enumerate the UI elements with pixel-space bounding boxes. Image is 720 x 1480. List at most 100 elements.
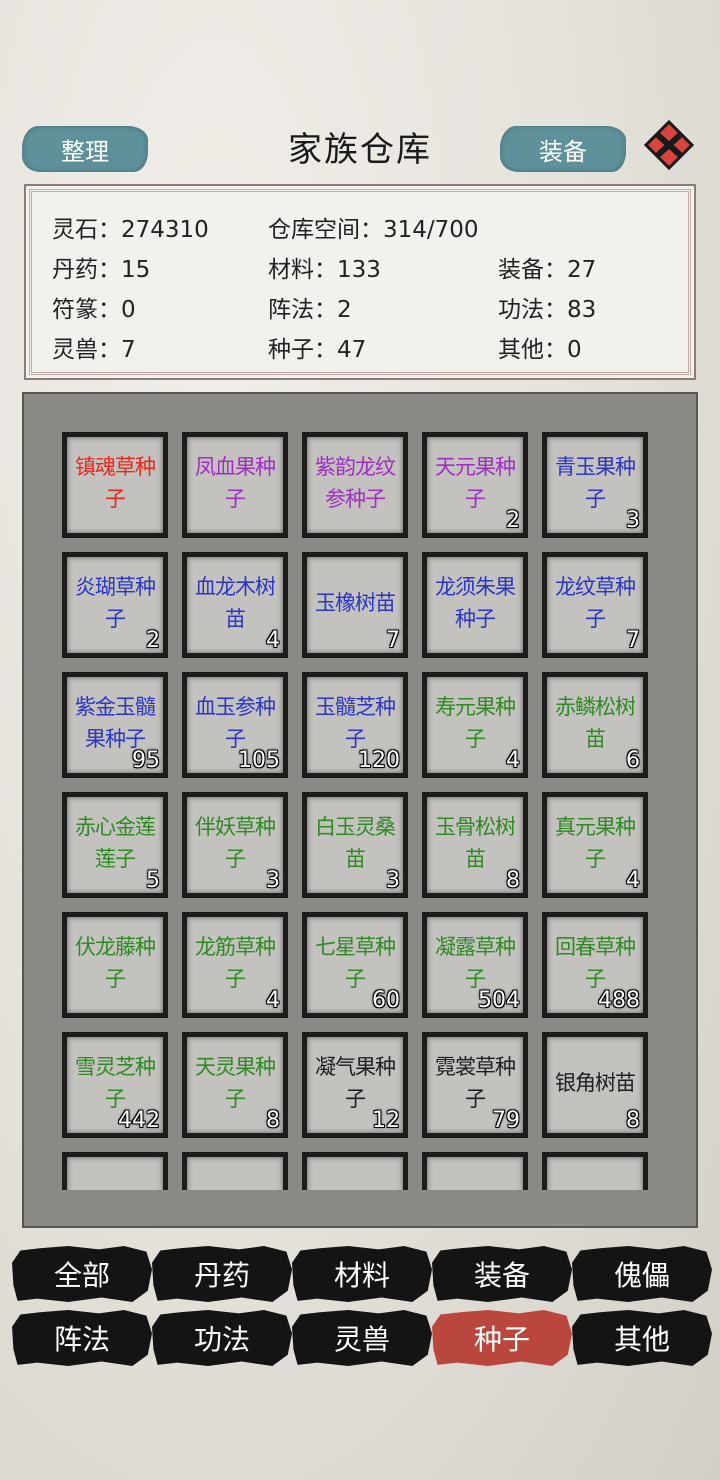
- item-name: 霓裳草种子: [435, 1055, 516, 1111]
- item-slot[interactable]: 天灵果种子 8: [182, 1032, 288, 1138]
- item-slot[interactable]: 霓裳草种子 79: [422, 1032, 528, 1138]
- item-slot[interactable]: 凝露草种子 504: [422, 912, 528, 1018]
- item-quantity: 442: [118, 1108, 160, 1133]
- item-quantity: 4: [506, 748, 520, 773]
- stat-cailiao: 材料：133: [268, 257, 381, 283]
- item-quantity: 488: [598, 988, 640, 1013]
- category-tab[interactable]: 种子: [432, 1310, 572, 1366]
- item-name: 凝气果种子: [315, 1055, 396, 1111]
- item-name: 龙须朱果种子: [435, 575, 516, 631]
- item-quantity: 2: [506, 508, 520, 533]
- item-slot[interactable]: [62, 1152, 168, 1190]
- item-slot[interactable]: 炎瑚草种子 2: [62, 552, 168, 658]
- item-name: 回春草种子: [555, 935, 636, 991]
- item-name: 血龙木树苗: [195, 575, 276, 631]
- item-slot[interactable]: 紫金玉髓果种子 95: [62, 672, 168, 778]
- warehouse-stats-panel: 灵石：274310 仓库空间：314/700 丹药：15 材料：133 装备：2…: [24, 184, 696, 380]
- item-quantity: 8: [266, 1108, 280, 1133]
- category-tab[interactable]: 丹药: [152, 1246, 292, 1302]
- item-slot[interactable]: 血玉参种子 105: [182, 672, 288, 778]
- item-slot[interactable]: 雪灵芝种子 442: [62, 1032, 168, 1138]
- item-slot[interactable]: 凝气果种子 12: [302, 1032, 408, 1138]
- item-quantity: 60: [372, 988, 400, 1013]
- item-name: 寿元果种子: [435, 695, 516, 751]
- item-slot[interactable]: 龙纹草种子 7: [542, 552, 648, 658]
- stat-gongfa: 功法：83: [498, 297, 597, 323]
- category-tab[interactable]: 全部: [12, 1246, 152, 1302]
- item-name: 铁藜木树: [307, 1187, 403, 1190]
- item-slot[interactable]: 伴妖草种子 3: [182, 792, 288, 898]
- item-name: 银角树苗: [555, 1071, 636, 1095]
- item-slot[interactable]: 血龙木树苗 4: [182, 552, 288, 658]
- item-slot[interactable]: 白玉灵桑苗 3: [302, 792, 408, 898]
- item-name: 炎瑚草种子: [75, 575, 156, 631]
- item-name: 赤心金莲莲子: [75, 815, 156, 871]
- item-name: 青玉果种子: [555, 455, 636, 511]
- close-x-icon[interactable]: [643, 119, 695, 171]
- item-name: 凤血果种子: [195, 455, 276, 511]
- equip-button[interactable]: 装备: [500, 126, 626, 172]
- item-slot[interactable]: 镇魂草种子: [62, 432, 168, 538]
- category-tab[interactable]: 材料: [292, 1246, 432, 1302]
- item-quantity: 6: [626, 748, 640, 773]
- item-slot[interactable]: 凤血果种子: [182, 432, 288, 538]
- item-quantity: 3: [626, 508, 640, 533]
- item-name: 伏龙藤种子: [75, 935, 156, 991]
- item-slot[interactable]: 玉骨松树苗 8: [422, 792, 528, 898]
- item-slot[interactable]: 赤鳞松树苗 6: [542, 672, 648, 778]
- item-name: 生源草种: [187, 1187, 283, 1190]
- item-quantity: 105: [238, 748, 280, 773]
- item-slot[interactable]: 回春草种子 488: [542, 912, 648, 1018]
- item-slot[interactable]: 寿元果种子 4: [422, 672, 528, 778]
- item-quantity: 79: [492, 1108, 520, 1133]
- item-quantity: 5: [146, 868, 160, 893]
- item-name: 黄灵芝种: [427, 1187, 523, 1190]
- category-tab[interactable]: 傀儡: [572, 1246, 712, 1302]
- item-quantity: 120: [358, 748, 400, 773]
- item-slot[interactable]: 黄灵芝种: [422, 1152, 528, 1190]
- item-name: 龙筋草种子: [195, 935, 276, 991]
- stat-fuzhuan: 符篆：0: [52, 297, 136, 323]
- item-slot[interactable]: 紫韵龙纹参种子: [302, 432, 408, 538]
- item-quantity: 8: [626, 1108, 640, 1133]
- category-tab[interactable]: 装备: [432, 1246, 572, 1302]
- item-grid[interactable]: 镇魂草种子 凤血果种子 紫韵龙纹参种子 天元果种子 2 青玉果种子 3 炎瑚草种子 2 血龙木树苗…: [24, 432, 696, 1190]
- item-name: 七星草种子: [315, 935, 396, 991]
- item-name: 聚灵草种: [547, 1187, 643, 1190]
- item-name: 龙纹草种子: [555, 575, 636, 631]
- item-quantity: 12: [372, 1108, 400, 1133]
- item-slot[interactable]: 铁藜木树: [302, 1152, 408, 1190]
- item-quantity: 8: [506, 868, 520, 893]
- category-tab[interactable]: 阵法: [12, 1310, 152, 1366]
- item-quantity: 3: [386, 868, 400, 893]
- item-name: 天灵果种子: [195, 1055, 276, 1111]
- stat-space: 仓库空间：314/700: [268, 217, 479, 243]
- item-slot[interactable]: 生源草种: [182, 1152, 288, 1190]
- stat-lingshi: 灵石：274310: [52, 217, 209, 243]
- item-slot[interactable]: 伏龙藤种子: [62, 912, 168, 1018]
- item-slot[interactable]: 赤心金莲莲子 5: [62, 792, 168, 898]
- item-quantity: 3: [266, 868, 280, 893]
- item-slot[interactable]: 龙筋草种子 4: [182, 912, 288, 1018]
- stat-lingshou: 灵兽：7: [52, 337, 136, 363]
- item-slot[interactable]: 聚灵草种: [542, 1152, 648, 1190]
- item-name: 血玉参种子: [195, 695, 276, 751]
- item-name: 伴妖草种子: [195, 815, 276, 871]
- item-slot[interactable]: 银角树苗 8: [542, 1032, 648, 1138]
- item-slot[interactable]: 青玉果种子 3: [542, 432, 648, 538]
- item-slot[interactable]: 玉橡树苗 7: [302, 552, 408, 658]
- item-name: 玉骨松树苗: [435, 815, 516, 871]
- item-slot[interactable]: 龙须朱果种子: [422, 552, 528, 658]
- item-quantity: 7: [386, 628, 400, 653]
- category-tab[interactable]: 其他: [572, 1310, 712, 1366]
- category-tab[interactable]: 功法: [152, 1310, 292, 1366]
- category-tab[interactable]: 灵兽: [292, 1310, 432, 1366]
- item-quantity: 4: [266, 628, 280, 653]
- stat-zhuangbei: 装备：27: [498, 257, 597, 283]
- item-name: 赤鳞松树苗: [555, 695, 636, 751]
- item-slot[interactable]: 真元果种子 4: [542, 792, 648, 898]
- item-slot[interactable]: 玉髓芝种子 120: [302, 672, 408, 778]
- item-slot[interactable]: 天元果种子 2: [422, 432, 528, 538]
- item-name: 白玉灵桑苗: [315, 815, 396, 871]
- item-slot[interactable]: 七星草种子 60: [302, 912, 408, 1018]
